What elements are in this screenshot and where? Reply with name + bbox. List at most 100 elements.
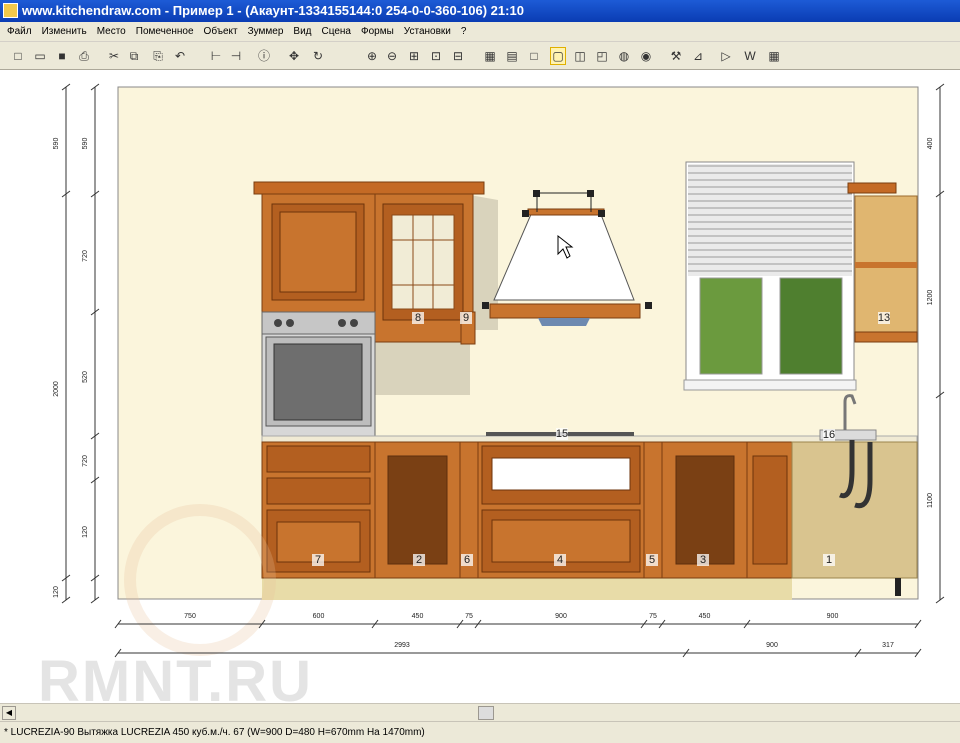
corner-base-door <box>752 455 788 565</box>
left-inner-dim-label: 590 <box>82 138 89 150</box>
right-upper-cornice <box>847 182 897 194</box>
menu-place[interactable]: Место <box>92 22 131 42</box>
lattice-panel-left <box>387 455 448 565</box>
dimension-icon[interactable]: ⊣ <box>228 48 244 64</box>
zoom-out-icon[interactable]: ⊖ <box>384 48 400 64</box>
menu-zoom[interactable]: Зуммер <box>243 22 289 42</box>
copy-icon[interactable]: ⧉ <box>126 48 142 64</box>
row1-dim-label: 750 <box>184 613 196 620</box>
render-icon[interactable]: ◍ <box>616 48 632 64</box>
row1-dim-label: 900 <box>827 613 839 620</box>
left-inner-dim-label: 120 <box>82 526 89 538</box>
row1-dim-label: 450 <box>699 613 711 620</box>
menu-settings[interactable]: Установки <box>399 22 456 42</box>
oven-knob-4 <box>350 319 358 327</box>
floor-strip <box>262 578 792 600</box>
title-bar: www.kitchendraw.com - Пример 1 - (Акаунт… <box>0 0 960 22</box>
insert-item-icon[interactable]: ⊢ <box>208 48 224 64</box>
word-icon[interactable]: W <box>742 48 758 64</box>
right-dim-label: 1100 <box>927 493 934 508</box>
undo-icon[interactable]: ↶ <box>172 48 188 64</box>
paste-icon[interactable]: ⎘ <box>150 48 166 64</box>
row1-dim-label: 900 <box>555 613 567 620</box>
menu-forms[interactable]: Формы <box>356 22 399 42</box>
wireframe-icon[interactable]: □ <box>526 48 542 64</box>
info-icon[interactable]: ⓘ <box>256 48 272 64</box>
row2-dim-label: 2993 <box>394 642 410 649</box>
zoom-prev-icon[interactable]: ⊟ <box>450 48 466 64</box>
scroll-thumb[interactable] <box>478 706 494 720</box>
row2-dim-label: 317 <box>882 642 894 649</box>
save-icon[interactable]: ■ <box>54 48 70 64</box>
oven-window <box>273 343 363 421</box>
open-folder-icon[interactable]: ▭ <box>32 48 48 64</box>
menu-view[interactable]: Вид <box>288 22 316 42</box>
glass-pane <box>391 214 455 310</box>
zoom-in-icon[interactable]: ⊕ <box>364 48 380 64</box>
menu-object[interactable]: Объект <box>199 22 243 42</box>
menu-help[interactable]: ? <box>456 22 472 42</box>
drawer-1 <box>266 445 371 473</box>
left-outer-dim-label: 590 <box>53 138 60 150</box>
right-upper-bottom <box>854 331 918 343</box>
item-number-label: 3 <box>700 554 706 566</box>
tools-icon[interactable]: ⚒ <box>668 48 684 64</box>
toolbar: □ ▭ ■ ⎙ ✂ ⧉ ⎘ ↶ ⊢ ⊣ ⓘ ✥ ↻ ⊕ ⊖ ⊞ ⊡ ⊟ ▦ ▤ □ ▢ ◫ ◰ ◍ ◉ ⚒ ⊿ ▷ W ▦ <box>0 42 960 70</box>
hood-top-trim <box>527 208 605 216</box>
new-file-icon[interactable]: □ <box>10 48 26 64</box>
hood-valance <box>538 318 590 326</box>
plan-view-icon[interactable]: ▦ <box>482 48 498 64</box>
move-icon[interactable]: ✥ <box>286 48 302 64</box>
left-inner-dim-label: 720 <box>82 455 89 467</box>
drawing-area[interactable]: 590 2000 120 590 720 520 720 120 400 1200 1100 750 6… <box>0 71 960 703</box>
spreadsheet-icon[interactable]: ▦ <box>766 48 782 64</box>
row1-dim-label: 450 <box>412 613 424 620</box>
menu-edit[interactable]: Изменить <box>37 22 92 42</box>
kitchen-elevation-drawing[interactable]: 590 2000 120 590 720 520 720 120 400 1200 1100 750 6… <box>0 71 960 703</box>
item-number-label: 7 <box>315 554 321 566</box>
menu-file[interactable]: Файл <box>2 22 37 42</box>
cut-icon[interactable]: ✂ <box>106 48 122 64</box>
item-number-label: 4 <box>557 554 563 566</box>
elevation-view-icon[interactable]: ▤ <box>504 48 520 64</box>
sink-cabinet-leg <box>895 578 901 596</box>
countertop <box>261 435 918 443</box>
zoom-all-icon[interactable]: ⊡ <box>428 48 444 64</box>
upper-cabinet-left-inner <box>279 211 357 293</box>
oven-knob-2 <box>286 319 294 327</box>
status-text: * LUCREZIA-90 Вытяжка LUCREZIA 450 куб.м… <box>4 727 425 738</box>
menu-bar: Файл Изменить Место Помеченное Объект Зуммер В… <box>0 22 960 42</box>
rotate-icon[interactable]: ↻ <box>310 48 326 64</box>
status-bar: * LUCREZIA-90 Вытяжка LUCREZIA 450 куб.м… <box>0 721 960 743</box>
menu-marked[interactable]: Помеченное <box>131 22 199 42</box>
item-number-label: 15 <box>556 428 568 440</box>
oven-knob-1 <box>274 319 282 327</box>
item-number-label: 6 <box>464 554 470 566</box>
color-view-icon[interactable]: ▢ <box>550 47 566 65</box>
oven-knob-3 <box>338 319 346 327</box>
walls-icon[interactable]: ⊿ <box>690 48 706 64</box>
left-outer-dim-label: 2000 <box>53 381 60 397</box>
row1-dim-label: 75 <box>465 613 473 620</box>
scroll-left-arrow-icon[interactable]: ◀ <box>2 706 16 720</box>
menu-scene[interactable]: Сцена <box>317 22 356 42</box>
3d-view-icon[interactable]: ◰ <box>594 48 610 64</box>
photo-icon[interactable]: ◉ <box>638 48 654 64</box>
window-sill <box>683 379 857 391</box>
hood-bottom-trim <box>489 303 641 319</box>
window-blinds <box>688 164 852 276</box>
lattice-panel-right <box>675 455 735 565</box>
horizontal-scrollbar[interactable]: ◀ <box>0 703 960 721</box>
item-number-label: 1 <box>826 554 832 566</box>
item-number-label: 13 <box>878 312 890 324</box>
print-icon[interactable]: ⎙ <box>76 48 92 64</box>
zoom-window-icon[interactable]: ⊞ <box>406 48 422 64</box>
right-upper-divider <box>855 262 917 268</box>
window-pane-right <box>779 277 843 375</box>
perspective-view-icon[interactable]: ◫ <box>572 48 588 64</box>
left-inner-dim-label: 520 <box>82 371 89 383</box>
item-number-label: 8 <box>415 312 421 324</box>
window-title: www.kitchendraw.com - Пример 1 - (Акаунт… <box>22 3 524 18</box>
export-icon[interactable]: ▷ <box>718 48 734 64</box>
row1-dim-label: 600 <box>313 613 325 620</box>
